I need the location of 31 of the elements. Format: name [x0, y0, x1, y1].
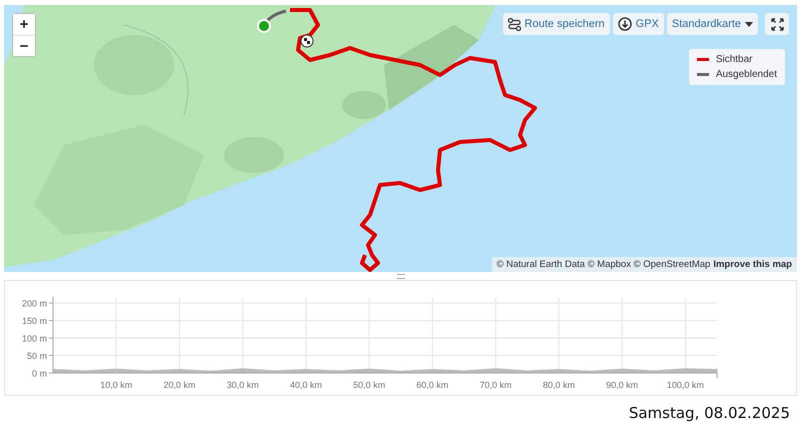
x-tick-label: 80,0 km	[542, 380, 575, 390]
y-tick-label: 0 m	[32, 368, 47, 378]
x-tick-label: 40,0 km	[290, 380, 322, 390]
download-icon	[618, 17, 632, 31]
date-text: Samstag, 08.02.2025	[628, 404, 790, 422]
attribution-text: © Natural Earth Data © Mapbox © OpenStreetMap	[496, 259, 710, 270]
x-tick-label: 60,0 km	[416, 380, 448, 390]
legend-label: Sichtbar	[716, 54, 753, 65]
route-icon	[508, 18, 521, 30]
fullscreen-icon	[770, 18, 784, 30]
improve-map-link[interactable]: Improve this map	[713, 259, 792, 270]
x-tick-label: 90,0 km	[606, 380, 638, 390]
y-tick-label: 50 m	[26, 351, 47, 361]
x-tick-label: 30,0 km	[226, 380, 259, 390]
zoom-out-button[interactable]: −	[13, 35, 35, 56]
y-tick-label: 200 m	[22, 298, 47, 308]
resize-handle[interactable]	[396, 274, 404, 278]
fullscreen-button[interactable]	[765, 13, 789, 35]
x-tick-label: 10,0 km	[100, 380, 132, 390]
x-tick-label: 100,0 km	[666, 380, 704, 390]
y-tick-label: 150 m	[22, 316, 47, 326]
y-tick-label: 100 m	[22, 334, 47, 344]
x-tick-label: 70,0 km	[480, 380, 512, 390]
save-route-button[interactable]: Route speichern	[502, 13, 610, 35]
start-marker-icon	[257, 19, 271, 33]
x-tick-label: 20,0 km	[163, 380, 196, 390]
caret-icon	[745, 22, 753, 26]
map-style-dropdown[interactable]: Standardkarte	[666, 13, 758, 35]
gpx-download-button[interactable]: GPX	[612, 13, 664, 35]
legend-label: Ausgeblendet	[716, 69, 777, 80]
x-tick-label: 50,0 km	[353, 380, 386, 390]
